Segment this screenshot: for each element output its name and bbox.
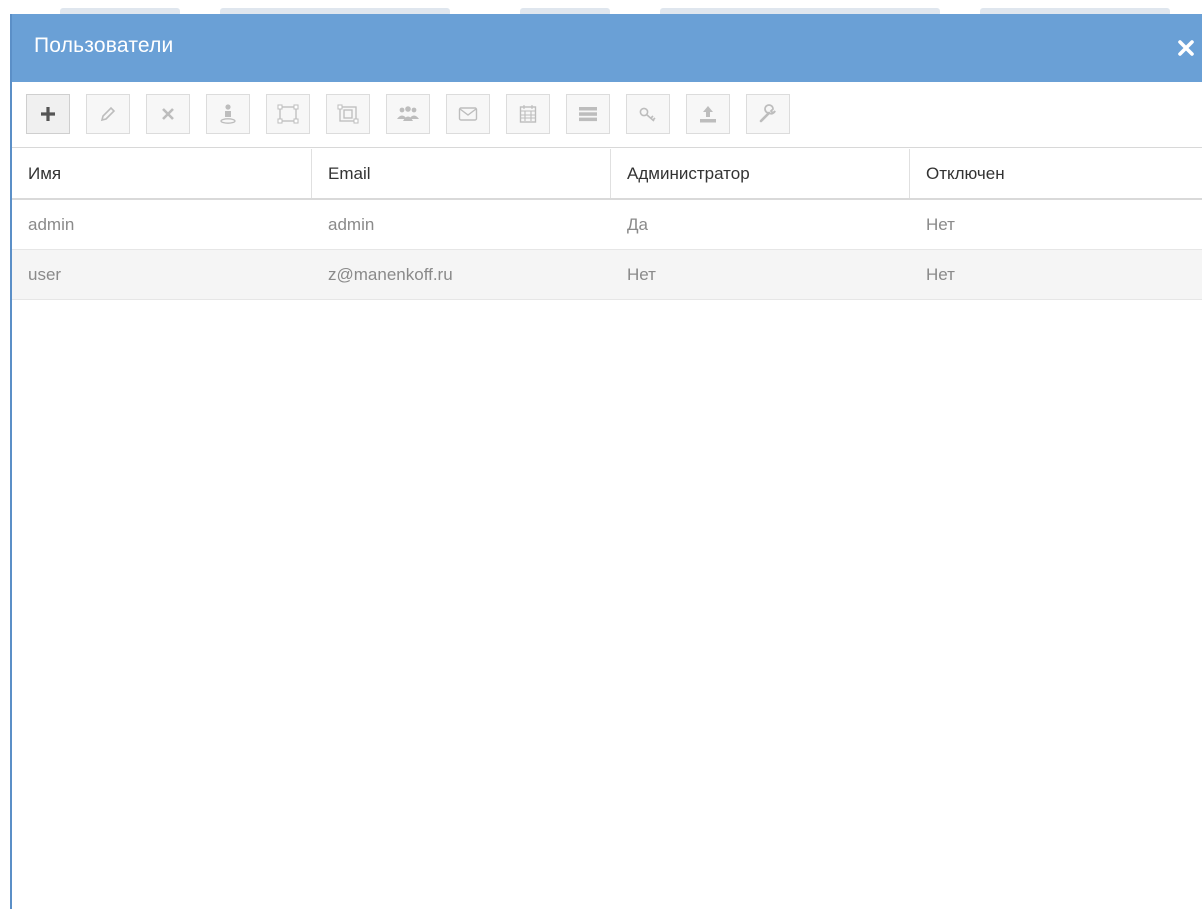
layout-alt-button[interactable]: [326, 94, 370, 134]
object-group-icon: [277, 104, 299, 124]
object-ungroup-icon: [337, 104, 359, 124]
cell-name: user: [28, 264, 62, 284]
settings-button[interactable]: [746, 94, 790, 134]
dialog-titlebar: Пользователи: [12, 14, 1202, 82]
key-button[interactable]: [626, 94, 670, 134]
cross-icon: [162, 108, 174, 120]
grid-header: Имя Email Администратор Отключен: [12, 149, 1202, 200]
user-location-button[interactable]: [206, 94, 250, 134]
cell-email: z@manenkoff.ru: [328, 264, 453, 284]
calendar-icon: [519, 105, 537, 123]
cell-admin: Нет: [627, 264, 656, 284]
cell-email: admin: [328, 214, 375, 234]
layout-button[interactable]: [266, 94, 310, 134]
upload-icon: [700, 106, 716, 123]
delete-button[interactable]: [146, 94, 190, 134]
list-button[interactable]: [566, 94, 610, 134]
background-page-strip: [0, 0, 1202, 14]
mail-button[interactable]: [446, 94, 490, 134]
key-icon: [639, 107, 656, 122]
column-header-admin[interactable]: Администратор: [611, 149, 910, 198]
list-icon: [579, 107, 597, 122]
envelope-icon: [458, 107, 478, 121]
table-row[interactable]: user z@manenkoff.ru Нет Нет: [12, 250, 1202, 300]
pencil-icon: [100, 106, 116, 122]
add-button[interactable]: [26, 94, 70, 134]
wrench-icon: [759, 104, 776, 123]
users-grid: Имя Email Администратор Отключен admin a…: [12, 149, 1202, 300]
cell-disabled: Нет: [926, 214, 955, 234]
cell-admin: Да: [627, 214, 648, 234]
column-header-name[interactable]: Имя: [12, 149, 312, 198]
calendar-button[interactable]: [506, 94, 550, 134]
upload-button[interactable]: [686, 94, 730, 134]
groups-button[interactable]: [386, 94, 430, 134]
plus-icon: [41, 107, 55, 121]
dialog-title: Пользователи: [34, 34, 174, 57]
users-dialog: Пользователи Имя Email Администратор Отк…: [10, 14, 1202, 909]
users-icon: [397, 106, 419, 121]
cell-disabled: Нет: [926, 264, 955, 284]
cell-name: admin: [28, 214, 75, 234]
table-row[interactable]: admin admin Да Нет: [12, 200, 1202, 250]
close-icon[interactable]: [1174, 36, 1198, 60]
column-header-disabled[interactable]: Отключен: [910, 149, 1202, 198]
column-header-email[interactable]: Email: [312, 149, 611, 198]
edit-button[interactable]: [86, 94, 130, 134]
person-pin-icon: [220, 104, 236, 124]
toolbar: [12, 82, 1202, 148]
